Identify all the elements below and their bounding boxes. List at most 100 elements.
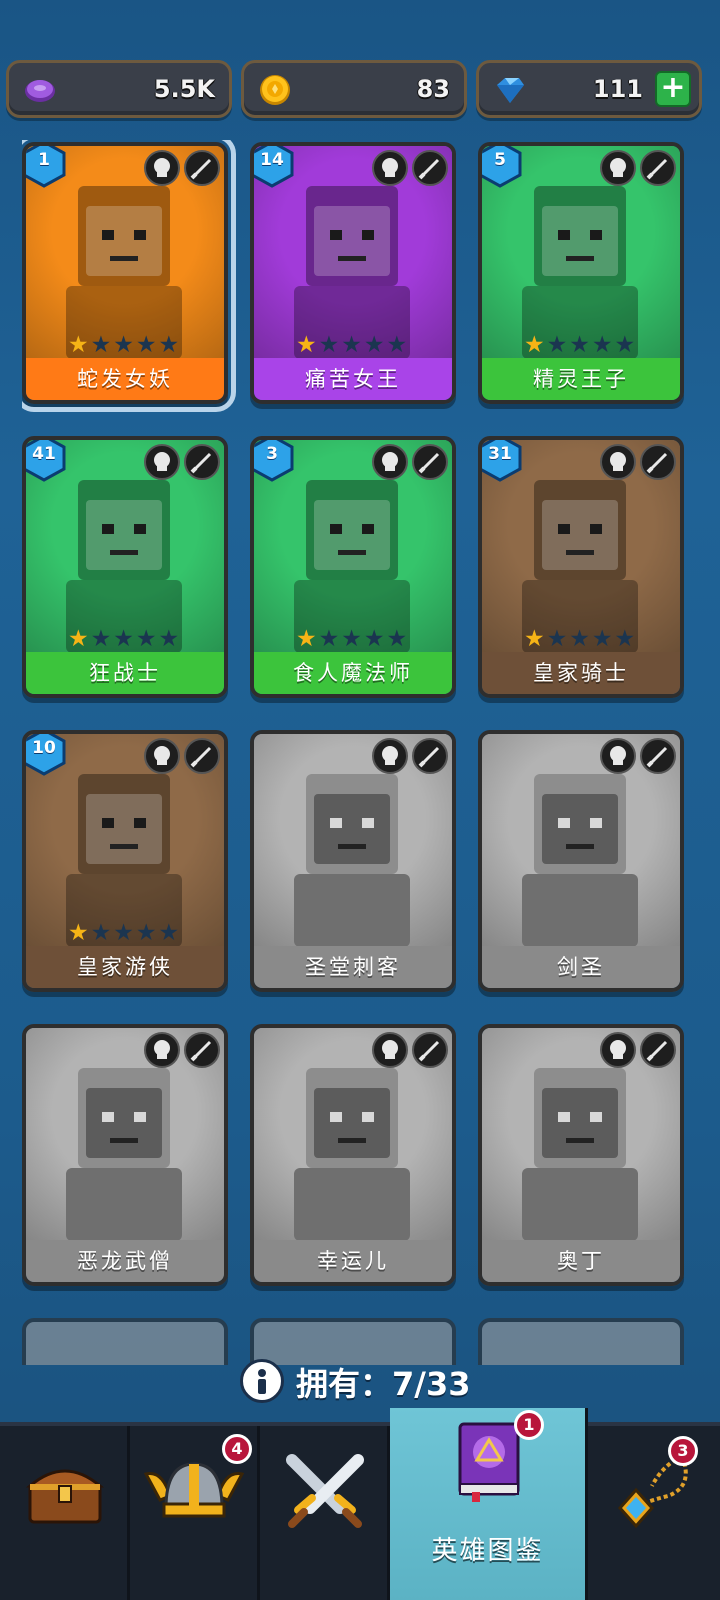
nav-hero-book[interactable]: 1 英雄图鉴 <box>390 1408 588 1600</box>
currency-coins[interactable]: 83 <box>241 60 467 118</box>
hero-card[interactable]: 14 ★ ★ ★ ★ ★ 痛苦女王 <box>250 142 456 404</box>
star-icon: ★ <box>113 920 134 946</box>
hero-name: 皇家游侠 <box>26 946 224 988</box>
hero-name: 皇家骑士 <box>482 652 680 694</box>
owned-label: 拥有： <box>296 1365 393 1403</box>
info-icon[interactable] <box>240 1359 284 1403</box>
hero-stars: ★ ★ ★ ★ ★ <box>296 332 408 358</box>
hero-class-icon <box>372 1032 408 1068</box>
hero-weapon-icon <box>412 1032 448 1068</box>
hero-card[interactable]: 圣堂刺客 <box>250 730 456 992</box>
hero-book-label: 英雄图鉴 <box>431 1536 544 1566</box>
hero-card[interactable]: 10 ★ ★ ★ ★ ★ 皇家游侠 <box>22 730 228 992</box>
heroes-notification-badge: 4 <box>222 1434 252 1464</box>
hero-name: 蛇发女妖 <box>26 358 224 400</box>
hero-card[interactable]: 剑圣 <box>478 730 684 992</box>
hero-card[interactable]: 恶龙武僧 <box>22 1024 228 1286</box>
star-icon: ★ <box>296 626 317 652</box>
star-icon: ★ <box>68 332 89 358</box>
nav-heroes[interactable]: 4 <box>130 1426 260 1600</box>
hero-grid[interactable]: 1 ★ ★ ★ ★ ★ 蛇发女妖 14 ★ ★ ★ ★ ★ 痛苦女王 5 ★ ★ ★ ★ ★ 精灵王子 41 ★ ★ ★ ★… <box>22 140 698 1365</box>
hero-book-icon <box>458 1422 520 1502</box>
hero-level: 14 <box>260 150 284 170</box>
currency-diamonds[interactable]: 111 + <box>476 60 702 118</box>
hero-stars: ★ ★ ★ ★ ★ <box>68 626 180 652</box>
hero-weapon-icon <box>640 444 676 480</box>
star-icon: ★ <box>569 332 590 358</box>
hero-card[interactable]: 41 ★ ★ ★ ★ ★ 狂战士 <box>22 436 228 698</box>
nav-items[interactable]: 3 <box>588 1426 720 1600</box>
star-icon: ★ <box>341 626 362 652</box>
add-diamonds-button[interactable]: + <box>655 71 691 107</box>
gold-coin-icon <box>260 75 290 105</box>
gems-amount: 5.5K <box>153 75 215 103</box>
star-icon: ★ <box>158 626 180 652</box>
hero-name: 剑圣 <box>482 946 680 988</box>
star-icon: ★ <box>113 626 134 652</box>
hero-card[interactable]: 3 ★ ★ ★ ★ ★ 食人魔法师 <box>250 436 456 698</box>
hero-name: 精灵王子 <box>482 358 680 400</box>
blue-diamond-icon <box>497 78 524 103</box>
star-icon: ★ <box>569 626 590 652</box>
hero-card[interactable]: 幸运儿 <box>250 1024 456 1286</box>
star-icon: ★ <box>135 920 157 946</box>
owned-counter: 拥有：7/33 <box>0 1355 720 1405</box>
viking-helmet-icon <box>144 1462 244 1518</box>
hero-stars: ★ ★ ★ ★ ★ <box>68 920 179 946</box>
treasure-chest-icon <box>26 1469 104 1524</box>
star-icon: ★ <box>318 332 340 358</box>
hero-weapon-icon <box>412 150 448 186</box>
star-icon: ★ <box>90 332 112 358</box>
hero-level: 31 <box>488 444 512 464</box>
hero-card[interactable]: 31 ★ ★ ★ ★ ★ 皇家骑士 <box>478 436 684 698</box>
hero-card[interactable]: 5 ★ ★ ★ ★ ★ 精灵王子 <box>478 142 684 404</box>
hero-level: 3 <box>266 444 278 464</box>
star-icon: ★ <box>135 332 157 358</box>
hero-level: 41 <box>32 444 56 464</box>
hero-weapon-icon <box>640 738 676 774</box>
star-icon: ★ <box>90 920 112 946</box>
items-notification-badge: 3 <box>668 1436 698 1466</box>
star-icon: ★ <box>591 332 613 358</box>
hero-name: 奥丁 <box>482 1240 680 1282</box>
star-icon: ★ <box>546 626 568 652</box>
hero-class-icon <box>372 150 408 186</box>
hero-name: 痛苦女王 <box>254 358 452 400</box>
nav-shop[interactable] <box>0 1426 130 1600</box>
hero-book-notification-badge: 1 <box>514 1410 544 1440</box>
crossed-swords-icon <box>286 1454 364 1528</box>
hero-level: 10 <box>32 738 56 758</box>
hero-stars: ★ ★ ★ ★ ★ <box>524 332 635 358</box>
hero-name: 恶龙武僧 <box>26 1240 224 1282</box>
star-icon: ★ <box>386 332 408 358</box>
hero-stars: ★ ★ ★ ★ ★ <box>296 626 407 652</box>
hero-level: 5 <box>494 150 506 170</box>
nav-battle[interactable] <box>260 1426 390 1600</box>
hero-weapon-icon <box>184 444 220 480</box>
purple-gem-icon <box>25 80 55 102</box>
hero-card[interactable]: 奥丁 <box>478 1024 684 1286</box>
hero-weapon-icon <box>184 738 220 774</box>
diamonds-amount: 111 <box>592 75 643 103</box>
star-icon: ★ <box>546 332 568 358</box>
star-icon: ★ <box>591 626 613 652</box>
hero-name: 食人魔法师 <box>254 652 452 694</box>
hero-name: 幸运儿 <box>254 1240 452 1282</box>
currency-gems[interactable]: 5.5K <box>6 60 232 118</box>
star-icon: ★ <box>158 332 180 358</box>
coins-amount: 83 <box>416 75 450 103</box>
hero-weapon-icon <box>184 150 220 186</box>
hero-level: 1 <box>38 150 50 170</box>
hero-stars: ★ ★ ★ ★ ★ <box>524 626 635 652</box>
star-icon: ★ <box>363 332 385 358</box>
bottom-nav: 4 1 英雄图鉴 3 <box>0 1408 720 1600</box>
hero-weapon-icon <box>640 150 676 186</box>
hero-class-icon <box>600 444 636 480</box>
hero-class-icon <box>144 738 180 774</box>
star-icon: ★ <box>524 332 545 358</box>
hero-weapon-icon <box>412 444 448 480</box>
hero-card[interactable]: 1 ★ ★ ★ ★ ★ 蛇发女妖 <box>22 140 236 412</box>
star-icon: ★ <box>68 626 89 652</box>
hero-class-icon <box>372 738 408 774</box>
hero-class-icon <box>144 1032 180 1068</box>
